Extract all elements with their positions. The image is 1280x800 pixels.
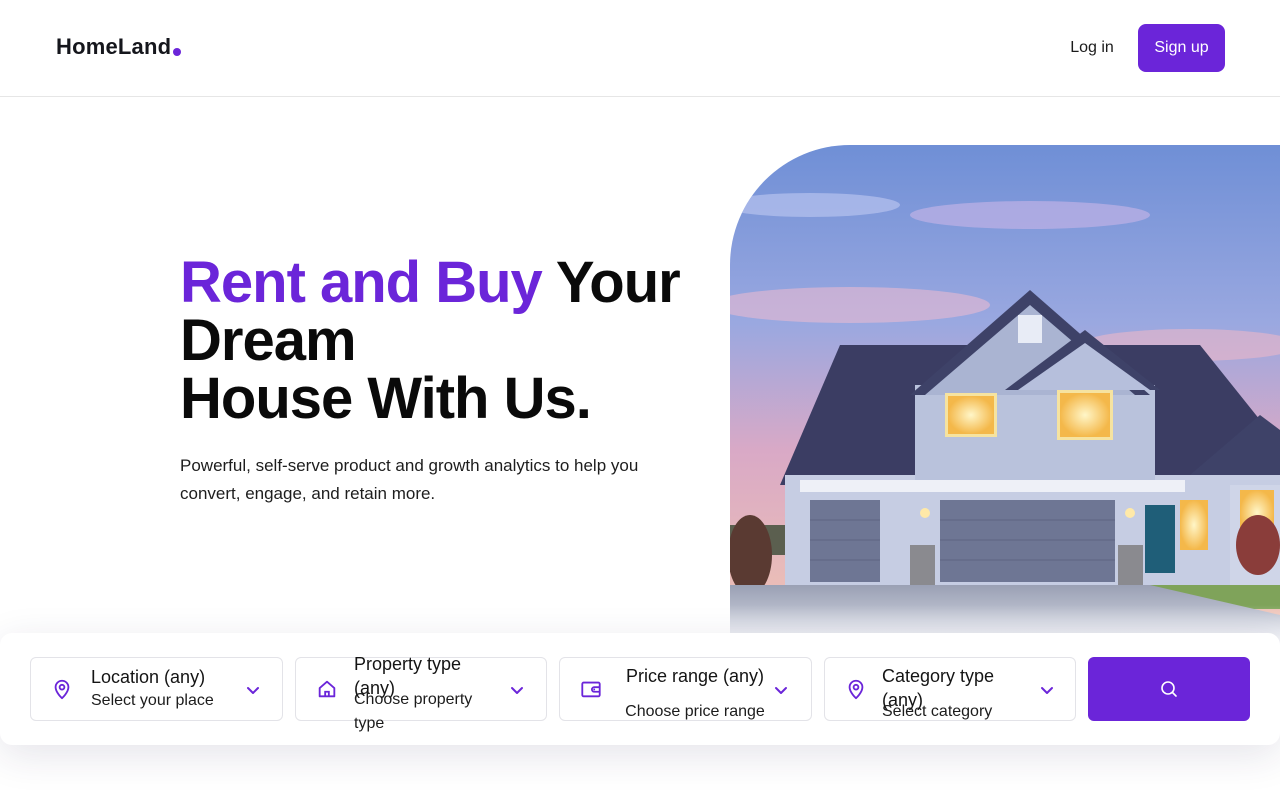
price-range-title: Price range (any) [625,666,765,686]
location-title: Location (any) [91,667,206,687]
category-type-subtitle: Select category [882,703,993,720]
chevron-down-icon [1041,687,1053,694]
site-header: HomeLand Log in Sign up [0,0,1280,97]
property-type-select[interactable]: Property type (any) Choose property type [295,654,547,732]
price-range-subtitle: Choose price range [625,703,765,720]
wallet-icon [581,681,601,698]
map-pin-icon [848,679,864,700]
search-button[interactable] [1088,657,1250,721]
price-range-select[interactable]: Price range (any) Choose price range [559,657,812,721]
hero-title-line2: Dream [180,308,357,373]
chevron-down-icon [775,687,787,694]
chevron-down-icon [511,687,523,694]
hero-house-image [730,145,1280,655]
hero-title-line1: Your [541,250,681,315]
hero-title: Rent and Buy Your Dream House With Us. [180,254,700,428]
location-select[interactable]: Location (any) Select your place [30,657,283,721]
home-icon [318,680,336,698]
map-pin-icon [54,679,70,700]
logo[interactable]: HomeLand [56,34,182,60]
location-subtitle: Select your place [91,692,214,709]
property-type-subtitle: Choose property type [354,691,473,732]
logo-dot [173,48,182,56]
logo-text: HomeLand [56,34,172,59]
hero-subtitle: Powerful, self-serve product and growth … [180,456,639,503]
login-button[interactable]: Log in [1062,36,1122,60]
signup-button[interactable]: Sign up [1138,24,1225,72]
hero-title-accent: Rent and Buy [180,250,543,315]
search-bar: Location (any) Select your place Propert… [0,633,1280,745]
category-type-select[interactable]: Category type (any) Select category [824,657,1076,721]
search-icon [1161,681,1177,697]
chevron-down-icon [247,687,259,694]
hero-title-line3: House With Us. [180,366,592,431]
